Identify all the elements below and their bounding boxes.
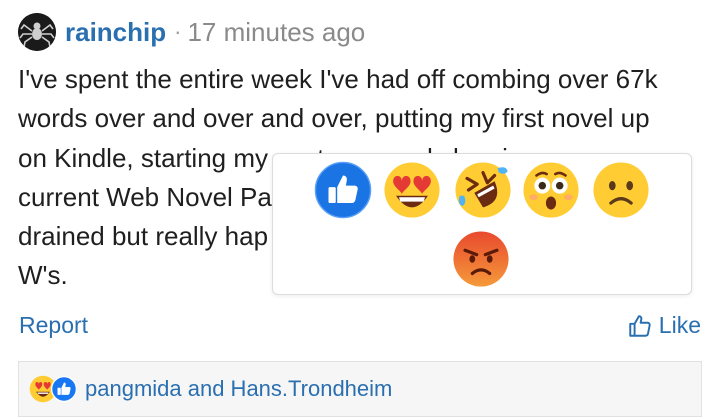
post-line: I've spent the entire week I've had off …	[18, 64, 658, 94]
reaction-icons	[29, 375, 77, 403]
like-button[interactable]: Like	[627, 312, 701, 339]
reaction-wow-option[interactable]	[522, 161, 580, 219]
avatar[interactable]	[18, 13, 56, 51]
rolling-laughing-emoji-icon	[455, 162, 511, 218]
post-line: words over and over and over, putting my…	[18, 103, 650, 134]
angry-emoji-icon	[453, 231, 509, 287]
reaction-picker-popup	[272, 153, 692, 295]
heart-eyes-emoji-icon	[384, 162, 440, 218]
reaction-angry-option[interactable]	[452, 230, 510, 288]
report-link[interactable]: Report	[19, 312, 88, 339]
thumbs-up-icon	[629, 314, 651, 337]
reaction-like-option[interactable]	[314, 161, 372, 219]
post-timestamp: 17 minutes ago	[187, 16, 366, 47]
reaction-sad-option[interactable]	[592, 161, 650, 219]
like-label: Like	[658, 312, 701, 338]
sad-emoji-icon	[593, 162, 649, 218]
separator-dot: ·	[174, 19, 182, 44]
author-name[interactable]: rainchip	[65, 17, 166, 48]
reactions-summary[interactable]: pangmida and Hans.Trondheim	[18, 361, 702, 417]
reaction-love-option[interactable]	[383, 161, 441, 219]
like-emoji-icon	[314, 161, 372, 219]
wow-emoji-icon	[523, 162, 579, 218]
reaction-laugh-option[interactable]	[454, 161, 512, 219]
post-header: rainchip · 17 minutes ago	[18, 10, 365, 54]
spider-avatar-icon	[18, 13, 56, 51]
like-emoji-icon	[51, 376, 77, 402]
reactors-names[interactable]: pangmida and Hans.Trondheim	[85, 376, 392, 402]
